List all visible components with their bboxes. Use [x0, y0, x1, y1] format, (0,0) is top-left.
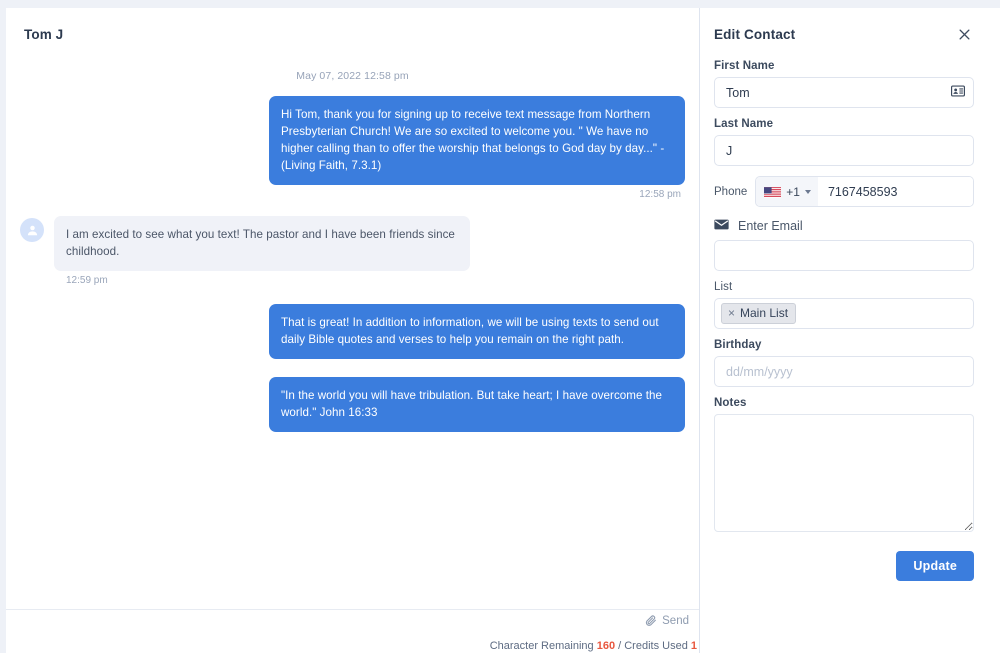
edit-panel-header: Edit Contact: [714, 24, 974, 44]
counter-remaining-value: 160: [596, 640, 616, 652]
first-name-field: First Name: [714, 60, 974, 108]
counter-credits-value: 1: [690, 640, 697, 652]
email-field: Enter Email: [714, 217, 974, 271]
birthday-field: Birthday: [714, 339, 974, 387]
close-icon[interactable]: [954, 24, 974, 44]
message-bubble-incoming: I am excited to see what you text! The p…: [54, 216, 470, 271]
notes-field: Notes: [714, 397, 974, 537]
counter-middle: / Credits Used: [615, 640, 691, 652]
first-name-input-wrap: [714, 77, 974, 108]
list-tag[interactable]: × Main List: [721, 303, 797, 324]
contact-name-title: Tom J: [24, 26, 64, 42]
message-row: I am excited to see what you text! The p…: [20, 216, 685, 271]
country-code-selector[interactable]: +1: [756, 177, 818, 206]
notes-textarea[interactable]: [714, 414, 974, 532]
list-field: List × Main List: [714, 281, 974, 329]
conversation-panel: Tom J May 07, 2022 12:58 pm Hi Tom, than…: [6, 8, 700, 653]
send-button[interactable]: Send: [662, 615, 689, 627]
message-timestamp: 12:59 pm: [66, 275, 108, 286]
remove-tag-icon[interactable]: ×: [728, 306, 735, 320]
message-timestamp: 12:58 pm: [639, 189, 681, 200]
update-row: Update: [714, 551, 974, 581]
phone-input-box: +1: [755, 176, 974, 207]
user-avatar-icon: [20, 218, 44, 242]
last-name-input-wrap: [714, 135, 974, 166]
list-tag-input[interactable]: × Main List: [714, 298, 974, 329]
list-tag-label: Main List: [740, 306, 789, 320]
message-row: That is great! In addition to informatio…: [20, 304, 685, 359]
character-counter: Character Remaining 160 / Credits Used 1: [490, 640, 697, 652]
message-row: Hi Tom, thank you for signing up to rece…: [20, 96, 685, 185]
first-name-label: First Name: [714, 60, 775, 72]
message-bubble-outgoing: "In the world you will have tribulation.…: [269, 377, 685, 432]
update-button[interactable]: Update: [896, 551, 974, 581]
message-composer: Send Character Remaining 160 / Credits U…: [6, 609, 699, 653]
phone-label: Phone: [714, 185, 748, 198]
birthday-input-wrap: [714, 356, 974, 387]
email-input-wrap: [714, 240, 974, 271]
composer-actions: Send: [644, 614, 689, 627]
phone-number-input[interactable]: [817, 177, 974, 206]
birthday-input[interactable]: [714, 356, 974, 387]
birthday-label: Birthday: [714, 339, 762, 351]
email-input[interactable]: [714, 240, 974, 271]
notes-label: Notes: [714, 397, 747, 409]
phone-row: Phone +1 7167458593: [714, 176, 974, 207]
edit-contact-panel: Edit Contact First Name Tom Last Name J …: [700, 8, 1000, 653]
us-flag-icon: [764, 186, 782, 198]
list-label: List: [714, 281, 733, 293]
edit-panel-title: Edit Contact: [714, 26, 796, 42]
email-header: Enter Email: [714, 217, 974, 235]
dial-code-value: +1: [786, 184, 800, 199]
conversation-header: Tom J: [6, 8, 699, 60]
last-name-label: Last Name: [714, 118, 774, 130]
chevron-down-icon: [804, 189, 811, 194]
contact-card-icon[interactable]: [951, 84, 965, 102]
last-name-field: Last Name: [714, 118, 974, 166]
paperclip-icon[interactable]: [644, 614, 657, 627]
day-stamp: May 07, 2022 12:58 pm: [296, 70, 409, 82]
envelope-icon: [714, 217, 729, 235]
message-thread[interactable]: May 07, 2022 12:58 pm Hi Tom, thank you …: [6, 60, 699, 609]
email-label: Enter Email: [738, 219, 803, 233]
first-name-input[interactable]: [714, 77, 974, 108]
contact-messaging-app: Tom J May 07, 2022 12:58 pm Hi Tom, than…: [0, 0, 1000, 653]
counter-prefix: Character Remaining: [489, 640, 597, 652]
message-bubble-outgoing: That is great! In addition to informatio…: [269, 304, 685, 359]
phone-field: Phone +1 7167458593: [714, 176, 974, 207]
message-row: "In the world you will have tribulation.…: [20, 377, 685, 432]
last-name-input[interactable]: [714, 135, 974, 166]
message-bubble-outgoing: Hi Tom, thank you for signing up to rece…: [269, 96, 685, 185]
